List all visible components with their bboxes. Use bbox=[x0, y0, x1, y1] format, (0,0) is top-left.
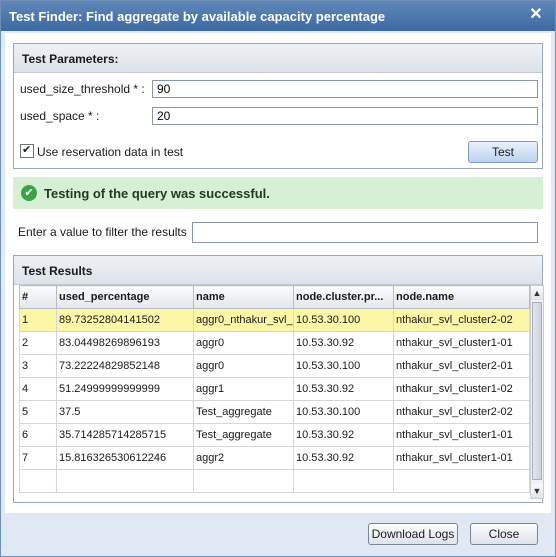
test-results-header: Test Results bbox=[14, 256, 542, 285]
cell-index: 6 bbox=[19, 423, 57, 447]
cell-index: 1 bbox=[19, 308, 57, 332]
scroll-down-icon[interactable]: ▼ bbox=[531, 484, 543, 498]
filter-input[interactable] bbox=[192, 222, 538, 243]
results-table: # used_percentage name node.cluster.pr..… bbox=[19, 285, 530, 493]
column-header-name[interactable]: name bbox=[193, 285, 294, 309]
dialog-title: Test Finder: Find aggregate by available… bbox=[9, 9, 386, 24]
cell-node-name: nthakur_svl_cluster2-01 bbox=[393, 354, 530, 378]
cell-name: aggr0_nthakur_svl_c bbox=[193, 308, 294, 332]
table-header-row: # used_percentage name node.cluster.pr..… bbox=[19, 285, 530, 309]
table-row[interactable]: 4 51.24999999999999 aggr1 10.53.30.92 nt… bbox=[19, 377, 530, 401]
table-row[interactable]: 3 73.22224829852148 aggr0 10.53.30.100 n… bbox=[19, 354, 530, 378]
cell-node-name: nthakur_svl_cluster1-01 bbox=[393, 446, 530, 470]
test-results-title: Test Results bbox=[22, 264, 93, 278]
cell-node-cluster: 10.53.30.100 bbox=[293, 308, 394, 332]
cell-node-cluster: 10.53.30.92 bbox=[293, 331, 394, 355]
results-scrollbar[interactable]: ▲ ▼ bbox=[530, 285, 544, 499]
status-banner: ✔ Testing of the query was successful. bbox=[13, 177, 543, 209]
status-message: Testing of the query was successful. bbox=[44, 186, 270, 201]
cell-used-percentage: 37.5 bbox=[56, 400, 194, 424]
table-row-empty bbox=[19, 469, 530, 493]
close-button[interactable]: Close bbox=[470, 523, 538, 545]
cell-index: 2 bbox=[19, 331, 57, 355]
filter-label: Enter a value to filter the results bbox=[18, 225, 187, 239]
reservation-checkbox-label: Use reservation data in test bbox=[37, 145, 184, 159]
used-space-label: used_space * : bbox=[20, 109, 100, 123]
column-header-index[interactable]: # bbox=[19, 285, 57, 309]
cell-index: 7 bbox=[19, 446, 57, 470]
table-row[interactable]: 7 15.816326530612246 aggr2 10.53.30.92 n… bbox=[19, 446, 530, 470]
used-size-threshold-label: used_size_threshold * : bbox=[20, 82, 145, 96]
download-logs-button[interactable]: Download Logs bbox=[368, 523, 458, 545]
cell-name: Test_aggregate bbox=[193, 423, 294, 447]
cell-index: 5 bbox=[19, 400, 57, 424]
cell-used-percentage: 73.22224829852148 bbox=[56, 354, 194, 378]
test-parameters-header: Test Parameters: bbox=[14, 44, 542, 73]
column-header-used-percentage[interactable]: used_percentage bbox=[56, 285, 194, 309]
title-bar[interactable]: Test Finder: Find aggregate by available… bbox=[1, 1, 555, 31]
cell-node-name: nthakur_svl_cluster1-02 bbox=[393, 377, 530, 401]
dialog-footer: Download Logs Close bbox=[1, 514, 555, 556]
column-header-node-cluster[interactable]: node.cluster.pr... bbox=[293, 285, 394, 309]
cell-used-percentage: 35.714285714285715 bbox=[56, 423, 194, 447]
cell-used-percentage: 89.73252804141502 bbox=[56, 308, 194, 332]
scroll-thumb[interactable] bbox=[532, 302, 542, 480]
cell-name: aggr0 bbox=[193, 354, 294, 378]
cell-node-name: nthakur_svl_cluster2-02 bbox=[393, 308, 530, 332]
cell-index: 4 bbox=[19, 377, 57, 401]
cell-node-name: nthakur_svl_cluster1-01 bbox=[393, 331, 530, 355]
used-space-input[interactable] bbox=[152, 107, 538, 125]
dialog-body: Test Parameters: used_size_threshold * :… bbox=[5, 33, 551, 513]
test-parameters-panel: Test Parameters: used_size_threshold * :… bbox=[13, 43, 543, 169]
table-row[interactable]: 1 89.73252804141502 aggr0_nthakur_svl_c … bbox=[19, 308, 530, 332]
reservation-checkbox[interactable] bbox=[20, 143, 34, 158]
column-header-node-name[interactable]: node.name bbox=[393, 285, 530, 309]
cell-name: Test_aggregate bbox=[193, 400, 294, 424]
used-size-threshold-input[interactable] bbox=[152, 80, 538, 98]
table-row[interactable]: 5 37.5 Test_aggregate 10.53.30.100 nthak… bbox=[19, 400, 530, 424]
test-parameters-title: Test Parameters: bbox=[22, 52, 119, 66]
cell-node-cluster: 10.53.30.100 bbox=[293, 354, 394, 378]
cell-node-cluster: 10.53.30.92 bbox=[293, 377, 394, 401]
test-results-panel: Test Results # used_percentage name node… bbox=[13, 255, 544, 503]
cell-node-cluster: 10.53.30.92 bbox=[293, 446, 394, 470]
cell-node-name: nthakur_svl_cluster2-02 bbox=[393, 400, 530, 424]
table-row[interactable]: 2 83.04498269896193 aggr0 10.53.30.92 nt… bbox=[19, 331, 530, 355]
table-row[interactable]: 6 35.714285714285715 Test_aggregate 10.5… bbox=[19, 423, 530, 447]
cell-used-percentage: 51.24999999999999 bbox=[56, 377, 194, 401]
cell-used-percentage: 83.04498269896193 bbox=[56, 331, 194, 355]
test-finder-dialog: Test Finder: Find aggregate by available… bbox=[0, 0, 556, 557]
cell-name: aggr0 bbox=[193, 331, 294, 355]
cell-name: aggr1 bbox=[193, 377, 294, 401]
cell-node-cluster: 10.53.30.100 bbox=[293, 400, 394, 424]
close-icon[interactable]: ✕ bbox=[527, 6, 545, 24]
cell-node-cluster: 10.53.30.92 bbox=[293, 423, 394, 447]
test-button[interactable]: Test bbox=[468, 141, 538, 163]
scroll-up-icon[interactable]: ▲ bbox=[531, 286, 543, 300]
cell-used-percentage: 15.816326530612246 bbox=[56, 446, 194, 470]
check-circle-icon: ✔ bbox=[21, 185, 37, 201]
cell-name: aggr2 bbox=[193, 446, 294, 470]
cell-index: 3 bbox=[19, 354, 57, 378]
cell-node-name: nthakur_svl_cluster1-01 bbox=[393, 423, 530, 447]
